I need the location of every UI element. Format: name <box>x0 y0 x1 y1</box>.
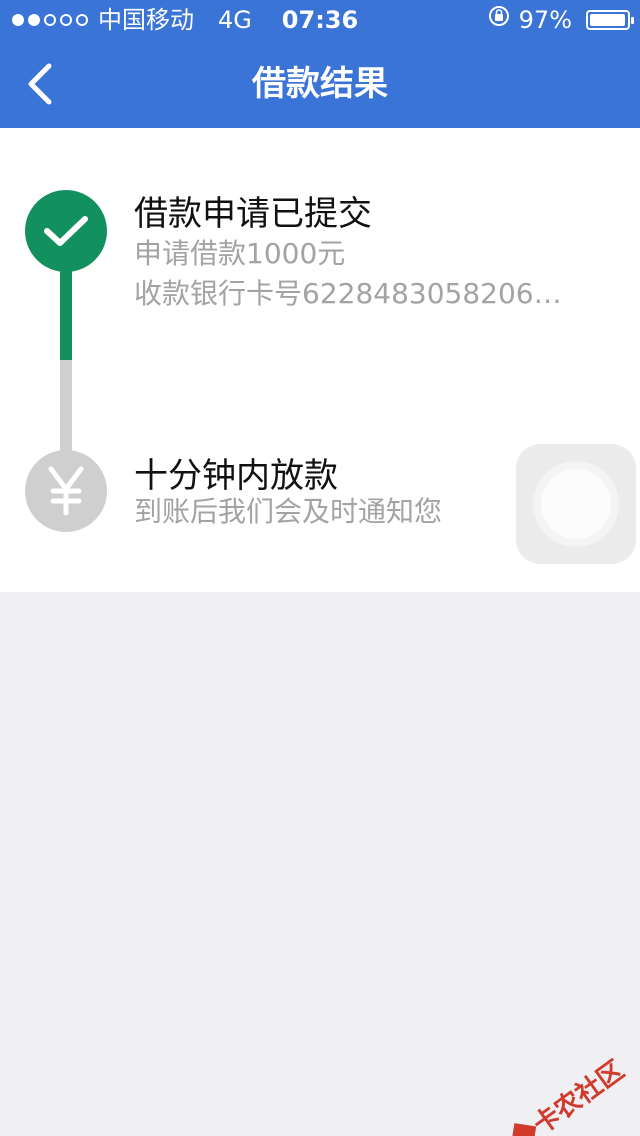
header: 中国移动 4G 07:36 97% 借款结果 <box>0 0 640 128</box>
yen-icon <box>48 466 84 516</box>
page-title: 借款结果 <box>252 64 388 104</box>
status-right: 97% <box>487 0 634 40</box>
status-bar: 中国移动 4G 07:36 97% <box>0 0 640 40</box>
assistive-touch-button[interactable] <box>516 444 636 564</box>
watermark-text: 卡农社区 <box>528 1055 630 1136</box>
watermark-logo-icon <box>510 1122 536 1136</box>
battery-percent: 97% <box>518 6 572 34</box>
battery-icon <box>586 10 634 30</box>
step-submitted-indicator <box>25 190 107 272</box>
loan-result-screen: 中国移动 4G 07:36 97% 借款结果 借款申请已提交 申请借款1000元… <box>0 0 640 1136</box>
step-disbursement-indicator <box>25 450 107 532</box>
progress-line-pending <box>60 360 72 456</box>
progress-line-completed <box>60 264 72 360</box>
bank-card-text: 收款银行卡号6228483058206… <box>134 277 562 310</box>
notification-text: 到账后我们会及时通知您 <box>134 495 443 528</box>
loan-amount-text: 申请借款1000元 <box>134 237 346 270</box>
check-icon <box>44 216 88 246</box>
orientation-lock-icon <box>487 0 511 40</box>
navigation-bar: 借款结果 <box>0 40 640 128</box>
assistive-touch-icon <box>541 469 611 539</box>
step-submitted-title: 借款申请已提交 <box>134 194 372 234</box>
battery-fill <box>590 14 625 26</box>
watermark: 卡农社区 <box>504 1050 631 1136</box>
